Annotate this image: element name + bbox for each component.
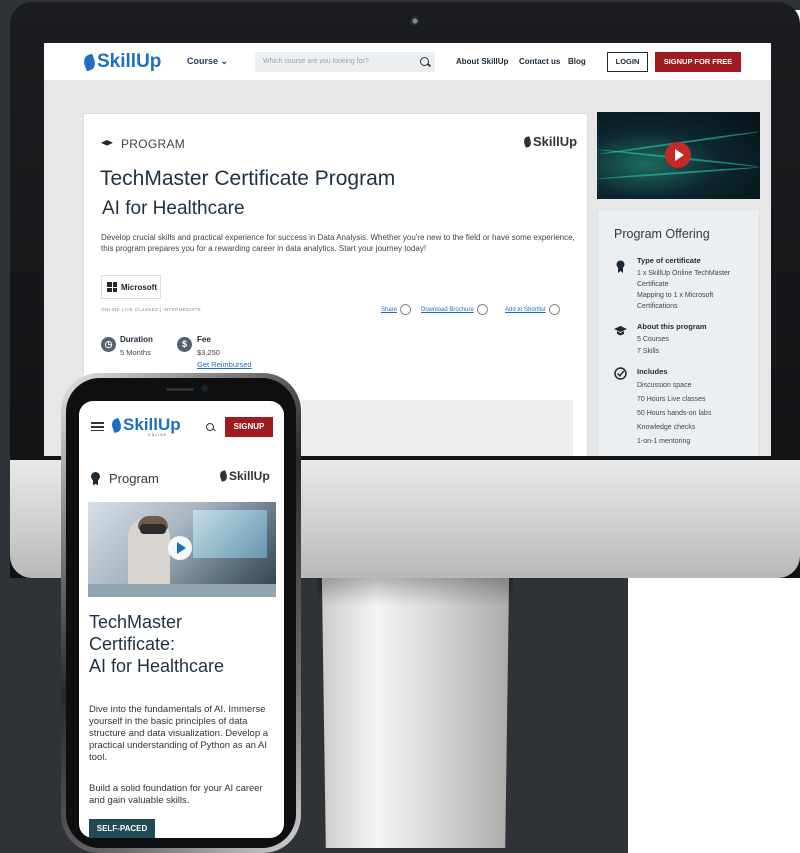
about-item: 7 Skills — [637, 348, 660, 355]
includes-item: 70 Hours Live classes — [637, 396, 706, 403]
program-meta: ONLINE LIVE CLASSES | INTERMEDIATE — [101, 307, 202, 312]
leaf-logo-icon — [522, 135, 533, 148]
check-circle-icon — [614, 367, 627, 380]
about-program-heading: About this program — [637, 322, 707, 331]
includes-item: Discussion space — [637, 382, 692, 389]
type-of-certificate-heading: Type of certificate — [637, 256, 701, 265]
search-icon[interactable] — [206, 423, 214, 431]
program-title: TechMaster Certificate Program — [100, 167, 396, 190]
microsoft-logo-icon — [107, 282, 117, 292]
login-button[interactable]: LOGIN — [607, 52, 648, 72]
share-icon — [400, 304, 412, 315]
vr-headset — [140, 524, 166, 534]
dollar-icon: $ — [177, 337, 192, 352]
partner-badge: Microsoft — [101, 275, 161, 299]
mobile-program-label-text: Program — [109, 471, 159, 486]
self-paced-badge: SELF-PACED — [89, 819, 155, 838]
leaf-logo-icon — [81, 53, 98, 71]
program-label-text: PROGRAM — [121, 137, 186, 151]
graduation-cap-icon — [101, 140, 113, 146]
graduation-cap-icon — [614, 326, 627, 336]
course-menu-label: Course — [187, 56, 219, 66]
mobile-program-video[interactable] — [88, 502, 276, 597]
mobile-card-logo: SkillUp — [218, 469, 270, 483]
nav-link-blog[interactable]: Blog — [568, 57, 586, 66]
download-brochure-link[interactable]: Download Brochure — [421, 304, 488, 315]
share-link[interactable]: Share — [381, 304, 412, 315]
signup-button[interactable]: SIGNUP FOR FREE — [655, 52, 741, 72]
logo-tagline: ONLINE — [148, 433, 168, 437]
mobile-signup-button[interactable]: SIGNUP — [225, 417, 273, 437]
video-desk — [88, 584, 276, 597]
card-skillup-logo: SkillUp — [522, 134, 578, 149]
mobile-program-label: Program — [91, 471, 159, 486]
includes-item: 50 Hours hands-on labs — [637, 410, 712, 417]
skillup-logo[interactable]: SkillUp — [81, 51, 162, 73]
video-backdrop — [193, 510, 267, 558]
get-reimbursed-link[interactable]: Get Reimbursed — [197, 360, 252, 369]
program-offering-panel: Program Offering Type of certificate 1 x… — [597, 209, 760, 456]
logo-text: SkillUp — [97, 51, 162, 72]
mobile-skillup-logo[interactable]: SkillUp — [110, 415, 181, 435]
top-navigation: SkillUp Course ⌄ Which course are you lo… — [44, 43, 771, 81]
share-label: Share — [381, 306, 398, 313]
program-description: Develop crucial skills and practical exp… — [101, 233, 575, 253]
hamburger-menu-icon[interactable] — [91, 422, 104, 432]
duration-value: 5 Months — [120, 348, 151, 357]
search-icon[interactable] — [420, 57, 429, 66]
partner-name: Microsoft — [121, 282, 157, 292]
type-item: 1 x SkillUp Online TechMaster Certificat… — [637, 270, 731, 288]
phone-speaker — [166, 388, 194, 391]
fee-value: $3,250 — [197, 348, 220, 357]
title-line: AI for Healthcare — [89, 656, 225, 676]
play-icon[interactable] — [168, 536, 192, 560]
course-menu[interactable]: Course ⌄ — [187, 56, 228, 67]
about-item: 5 Courses — [637, 336, 669, 343]
nav-link-contact[interactable]: Contact us — [519, 57, 560, 66]
shortlist-label: Add to Shortlist — [505, 306, 546, 313]
type-item: Mapping to 1 x Microsoft Certifications — [637, 292, 714, 310]
video-wave — [597, 166, 760, 180]
clock-icon: ◷ — [101, 337, 116, 352]
mobile-description-2: Build a solid foundation for your AI car… — [89, 783, 263, 806]
device-mockup-scene: SkillUp Course ⌄ Which course are you lo… — [0, 0, 800, 853]
heart-icon — [548, 304, 560, 315]
mobile-program-title: TechMaster Certificate: AI for Healthcar… — [89, 611, 279, 677]
duration-label: Duration — [120, 335, 153, 344]
card-logo-text: SkillUp — [533, 134, 578, 149]
search-input[interactable]: Which course are you looking for? — [255, 52, 435, 72]
leaf-logo-icon — [110, 417, 123, 433]
includes-heading: Includes — [637, 367, 668, 376]
nav-link-about[interactable]: About SkillUp — [456, 57, 508, 66]
mobile-logo-text: SkillUp — [123, 415, 181, 434]
program-subtitle: AI for Healthcare — [102, 198, 245, 219]
includes-item: 1-on-1 mentoring — [637, 438, 691, 445]
download-label: Download Brochure — [421, 306, 474, 313]
webcam-icon — [408, 14, 422, 28]
title-line: Certificate: — [89, 634, 176, 654]
title-line: TechMaster — [89, 612, 183, 632]
download-icon — [476, 304, 488, 315]
add-to-shortlist-link[interactable]: Add to Shortlist — [505, 304, 560, 315]
program-video[interactable] — [597, 112, 760, 199]
mobile-description: Dive into the fundamentals of AI. Immers… — [89, 704, 269, 763]
fee-label: Fee — [197, 335, 211, 344]
leaf-logo-icon — [218, 470, 229, 482]
play-icon[interactable] — [665, 142, 691, 168]
program-label: PROGRAM — [101, 137, 185, 151]
chevron-down-icon: ⌄ — [220, 56, 229, 66]
monitor-stand — [321, 578, 510, 848]
includes-item: Knowledge checks — [637, 424, 696, 431]
mobile-card-logo-text: SkillUp — [229, 469, 270, 483]
offering-title: Program Offering — [614, 227, 710, 241]
phone-camera-icon — [201, 385, 208, 392]
monitor-stand-shadow — [318, 578, 513, 606]
mobile-screen: SkillUp ONLINE SIGNUP Program SkillUp Te… — [79, 401, 284, 838]
certificate-ribbon-icon — [91, 471, 100, 486]
certificate-ribbon-icon — [616, 260, 625, 273]
